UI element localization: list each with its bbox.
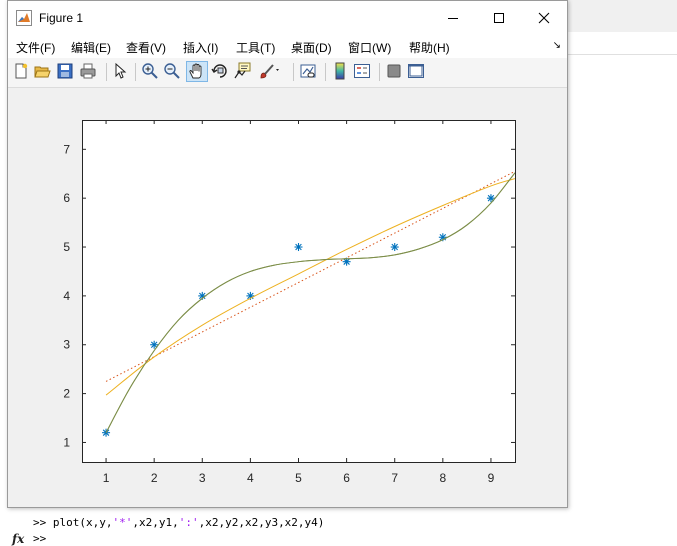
command-history-line: >> plot(x,y,'*',x2,y1,':',x2,y2,x2,y3,x2… (33, 516, 325, 529)
pan-icon[interactable] (186, 61, 208, 82)
menu-tools[interactable]: 工具(T) (236, 39, 275, 56)
zoom-out-icon[interactable] (163, 62, 181, 80)
x-tick-label: 4 (247, 471, 254, 485)
y-tick-label: 2 (63, 387, 70, 401)
title-bar[interactable]: Figure 1 (8, 1, 567, 34)
toolbar-separator (379, 63, 380, 81)
desktop-toolstrip-edge (568, 0, 677, 33)
figure-toolbar (8, 58, 567, 88)
toolbar-separator (135, 63, 136, 81)
desktop-panel-edge (568, 32, 677, 55)
minimize-button[interactable] (430, 1, 476, 34)
y-tick-label: 7 (63, 142, 70, 156)
matlab-logo-icon (16, 10, 32, 26)
close-icon (538, 12, 550, 23)
menu-help[interactable]: 帮助(H) (409, 39, 450, 56)
axes-background (82, 120, 516, 463)
window-title: Figure 1 (39, 11, 84, 25)
data-cursor-icon[interactable] (233, 62, 251, 80)
data-point-marker (390, 243, 399, 252)
function-browser-icon[interactable]: fx (12, 532, 24, 546)
y-tick-label: 3 (63, 338, 70, 352)
data-point-marker (486, 194, 495, 203)
dock-arrow-icon[interactable]: ↘ (553, 40, 561, 51)
menu-file[interactable]: 文件(F) (16, 39, 55, 56)
hide-plot-tools-icon[interactable] (385, 62, 403, 80)
x-tick-label: 9 (488, 471, 495, 485)
menu-desktop[interactable]: 桌面(D) (291, 39, 332, 56)
y-tick-label: 5 (63, 240, 70, 254)
menu-view[interactable]: 查看(V) (126, 39, 166, 56)
close-button[interactable] (521, 1, 567, 34)
x-tick-label: 3 (199, 471, 206, 485)
rotate-3d-icon[interactable] (211, 62, 229, 80)
show-plot-tools-icon[interactable] (407, 62, 425, 80)
command-prompt[interactable]: >> (33, 532, 46, 545)
toolbar-separator (293, 63, 294, 81)
figure-window[interactable]: Figure 1 文件(F) 编辑(E) 查看(V) 插入(I) 工具(T) 桌… (7, 0, 568, 508)
plot-axes[interactable]: 1 2 3 4 5 6 7 8 9 1 2 3 4 5 6 7 (8, 88, 567, 507)
colorbar-icon[interactable] (331, 62, 349, 80)
figure-canvas[interactable]: 1 2 3 4 5 6 7 8 9 1 2 3 4 5 6 7 (8, 88, 567, 507)
new-figure-icon[interactable] (12, 62, 30, 80)
data-point-marker (294, 243, 303, 252)
y-tick-label: 4 (63, 289, 70, 303)
open-icon[interactable] (33, 62, 51, 80)
brush-icon[interactable] (258, 62, 282, 80)
zoom-in-icon[interactable] (141, 62, 159, 80)
x-tick-label: 8 (439, 471, 446, 485)
toolbar-separator (106, 63, 107, 81)
x-tick-label: 6 (343, 471, 350, 485)
y-tick-label: 1 (63, 435, 70, 449)
x-tick-label: 5 (295, 471, 302, 485)
menu-insert[interactable]: 插入(I) (183, 39, 218, 56)
command-window[interactable]: >> plot(x,y,'*',x2,y1,':',x2,y2,x2,y3,x2… (0, 508, 677, 545)
x-tick-label: 2 (151, 471, 158, 485)
pointer-icon[interactable] (111, 62, 129, 80)
print-icon[interactable] (79, 62, 97, 80)
x-tick-label: 1 (103, 471, 110, 485)
menu-window[interactable]: 窗口(W) (348, 39, 391, 56)
minimize-icon (448, 17, 458, 19)
maximize-button[interactable] (476, 1, 522, 34)
link-plot-icon[interactable] (299, 62, 317, 80)
menu-edit[interactable]: 编辑(E) (71, 39, 111, 56)
menu-bar: 文件(F) 编辑(E) 查看(V) 插入(I) 工具(T) 桌面(D) 窗口(W… (8, 34, 567, 58)
maximize-icon (494, 12, 504, 23)
y-tick-label: 6 (63, 191, 70, 205)
x-tick-label: 7 (391, 471, 398, 485)
save-icon[interactable] (56, 62, 74, 80)
toolbar-separator (325, 63, 326, 81)
legend-icon[interactable] (353, 62, 371, 80)
